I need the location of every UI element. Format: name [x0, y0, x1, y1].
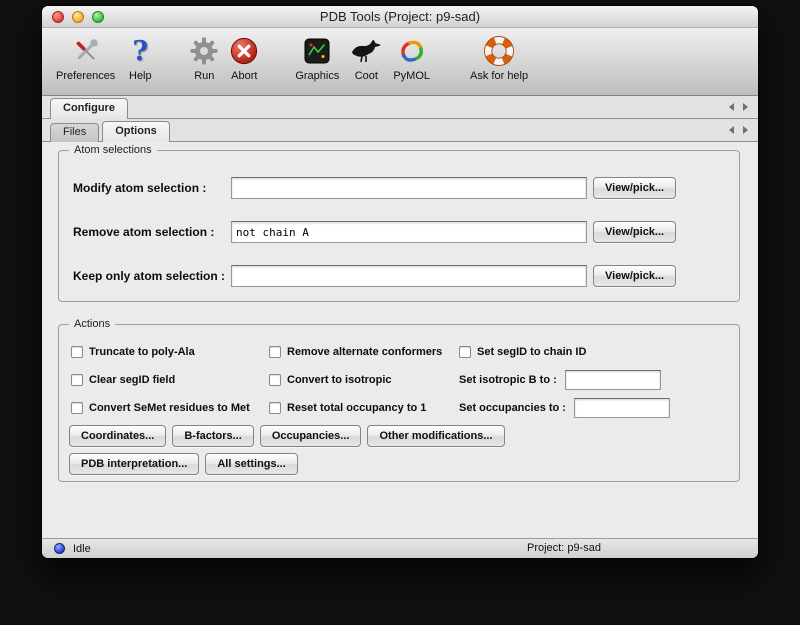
- toolbar-graphics-button[interactable]: Graphics: [295, 33, 339, 82]
- keep-only-atom-selection-input[interactable]: [231, 265, 587, 287]
- modify-atom-selection-row: Modify atom selection : View/pick...: [59, 175, 739, 201]
- occupancies-button[interactable]: Occupancies...: [260, 425, 362, 447]
- checkbox-box: [71, 346, 83, 358]
- set-isotropic-b-input[interactable]: [565, 370, 661, 390]
- remove-atom-selection-label: Remove atom selection :: [73, 219, 214, 245]
- pdb-interpretation-button[interactable]: PDB interpretation...: [69, 453, 199, 475]
- actions-button-row-1: Coordinates... B-factors... Occupancies.…: [69, 425, 505, 447]
- toolbar-preferences-button[interactable]: Preferences: [56, 33, 115, 82]
- tab-configure[interactable]: Configure: [50, 98, 128, 119]
- toolbar-label: Run: [194, 70, 214, 82]
- tools-icon: [71, 33, 101, 69]
- checkbox-clear-segid-field[interactable]: Clear segID field: [71, 371, 175, 389]
- toolbar-label: Graphics: [295, 70, 339, 82]
- checkbox-truncate-to-poly-ala[interactable]: Truncate to poly-Ala: [71, 343, 195, 361]
- checkbox-convert-to-isotropic[interactable]: Convert to isotropic: [269, 371, 392, 389]
- set-isotropic-b-label: Set isotropic B to :: [459, 374, 557, 386]
- statusbar: Idle Project: p9-sad: [42, 538, 758, 558]
- set-isotropic-b-field: Set isotropic B to :: [459, 370, 661, 390]
- checkbox-remove-alternate-conformers[interactable]: Remove alternate conformers: [269, 343, 442, 361]
- checkbox-box: [71, 374, 83, 386]
- checkbox-set-segid-to-chain-id[interactable]: Set segID to chain ID: [459, 343, 586, 361]
- other-modifications-button[interactable]: Other modifications...: [367, 425, 504, 447]
- set-occupancies-input[interactable]: [574, 398, 670, 418]
- checkbox-box: [269, 374, 281, 386]
- gear-icon: [189, 33, 219, 69]
- toolbar-pymol-button[interactable]: PyMOL: [393, 33, 430, 82]
- tabstrip-scroll-arrows: [729, 103, 748, 111]
- coordinates-button[interactable]: Coordinates...: [69, 425, 166, 447]
- modify-view-pick-button[interactable]: View/pick...: [593, 177, 676, 199]
- toolbar-label: PyMOL: [393, 70, 430, 82]
- remove-view-pick-button[interactable]: View/pick...: [593, 221, 676, 243]
- checkbox-box: [71, 402, 83, 414]
- toolbar-label: Abort: [231, 70, 257, 82]
- actions-button-row-2: PDB interpretation... All settings...: [69, 453, 298, 475]
- checkbox-reset-total-occupancy[interactable]: Reset total occupancy to 1: [269, 399, 426, 417]
- scroll-right-icon[interactable]: [743, 103, 748, 111]
- files-options-tabstrip: Files Options: [42, 119, 758, 142]
- status-indicator-icon: [54, 543, 65, 554]
- modify-atom-selection-label: Modify atom selection :: [73, 175, 206, 201]
- lifebuoy-icon: [484, 33, 514, 69]
- toolbar-run-button[interactable]: Run: [189, 33, 219, 82]
- toolbar-label: Preferences: [56, 70, 115, 82]
- scroll-right-icon[interactable]: [743, 126, 748, 134]
- options-panel: Atom selections Modify atom selection : …: [42, 142, 758, 538]
- toolbar-abort-button[interactable]: Abort: [229, 33, 259, 82]
- status-text: Idle: [73, 543, 91, 555]
- set-occupancies-label: Set occupancies to :: [459, 402, 566, 414]
- window-title: PDB Tools (Project: p9-sad): [42, 6, 758, 28]
- abort-x-icon: [229, 33, 259, 69]
- keep-only-atom-selection-row: Keep only atom selection : View/pick...: [59, 263, 739, 289]
- remove-atom-selection-input[interactable]: [231, 221, 587, 243]
- scroll-left-icon[interactable]: [729, 126, 734, 134]
- remove-atom-selection-row: Remove atom selection : View/pick...: [59, 219, 739, 245]
- all-settings-button[interactable]: All settings...: [205, 453, 297, 475]
- toolbar: Preferences ? Help Run: [42, 28, 758, 96]
- tab-files[interactable]: Files: [50, 123, 99, 142]
- group-title: Actions: [69, 317, 115, 332]
- pdb-tools-window: PDB Tools (Project: p9-sad) Preferences: [42, 6, 758, 558]
- set-occupancies-field: Set occupancies to :: [459, 398, 670, 418]
- checkbox-convert-semet-residues[interactable]: Convert SeMet residues to Met: [71, 399, 250, 417]
- toolbar-help-button[interactable]: ? Help: [125, 33, 155, 82]
- checkbox-box: [269, 346, 281, 358]
- keep-only-view-pick-button[interactable]: View/pick...: [593, 265, 676, 287]
- titlebar[interactable]: PDB Tools (Project: p9-sad): [42, 6, 758, 28]
- checkbox-box: [269, 402, 281, 414]
- scroll-left-icon[interactable]: [729, 103, 734, 111]
- graphics-display-icon: [302, 33, 332, 69]
- keep-only-atom-selection-label: Keep only atom selection :: [73, 263, 225, 289]
- group-title: Atom selections: [69, 143, 157, 158]
- pymol-swirl-icon: [397, 33, 427, 69]
- b-factors-button[interactable]: B-factors...: [172, 425, 253, 447]
- toolbar-label: Help: [129, 70, 152, 82]
- modify-atom-selection-input[interactable]: [231, 177, 587, 199]
- toolbar-label: Ask for help: [470, 70, 528, 82]
- configure-tabstrip: Configure: [42, 96, 758, 119]
- actions-group: Actions Truncate to poly-Ala Remove alte…: [58, 324, 740, 482]
- coot-bird-icon: [349, 33, 383, 69]
- checkbox-box: [459, 346, 471, 358]
- toolbar-label: Coot: [355, 70, 378, 82]
- toolbar-ask-for-help-button[interactable]: Ask for help: [470, 33, 528, 82]
- tabstrip-scroll-arrows: [729, 126, 748, 134]
- atom-selections-group: Atom selections Modify atom selection : …: [58, 150, 740, 302]
- tab-options[interactable]: Options: [102, 121, 170, 142]
- toolbar-coot-button[interactable]: Coot: [349, 33, 383, 82]
- question-mark-icon: ?: [125, 33, 155, 69]
- project-label: Project: p9-sad: [527, 539, 601, 558]
